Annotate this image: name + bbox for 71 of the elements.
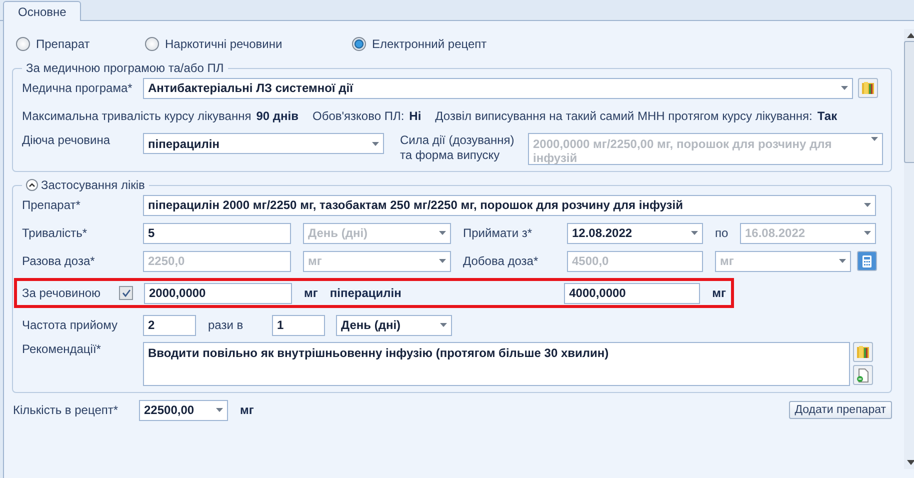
field-label: Добова доза* [463, 254, 540, 268]
dropdown-field[interactable]: 22500,00 [139, 400, 228, 420]
field-label: Препарат* [22, 198, 82, 212]
info-label: Дозвіл виписування на такий самий МНН протягом курсу лікування: [435, 108, 812, 124]
input-field[interactable]: 2000,0000 [144, 282, 292, 304]
field-label: Діюча речовина [22, 133, 112, 148]
dropdown-field[interactable]: Антибактеріальні ЛЗ системної дії [143, 78, 853, 98]
group-title: За медичною програмою та/або ПЛ [25, 61, 225, 75]
radio-label: Електронний рецепт [372, 36, 487, 52]
input-field[interactable]: 5 [143, 222, 291, 244]
info-value: Ні [409, 109, 422, 123]
book-icon [856, 345, 870, 359]
dropdown-field[interactable]: День (дні) [336, 314, 452, 336]
caret-icon [864, 231, 871, 235]
caret-icon [871, 137, 878, 141]
calculator-icon [862, 254, 872, 268]
add-drug-button[interactable]: Додати препарат [788, 401, 892, 419]
radio-label: Препарат [36, 36, 90, 52]
field-label: Рекомендації* [22, 342, 102, 357]
field-label: Сила дії (дозування) та форма випуску [400, 133, 516, 163]
input-field[interactable]: 4000,0000 [564, 282, 700, 304]
info-value: 90 днів [256, 109, 298, 123]
group-title-text: Застосування ліків [41, 178, 145, 192]
caret-icon [216, 408, 223, 412]
scroll-down-icon[interactable] [907, 460, 914, 465]
checkbox[interactable] [119, 286, 133, 300]
book-icon [861, 81, 875, 95]
dropdown-field[interactable]: піперацилін 2000 мг/2250 мг, тазобактам 250 мг/2250 мг, порошок для розчину для інфузій [143, 194, 876, 216]
document-icon [856, 368, 870, 382]
book-icon-button[interactable] [858, 78, 878, 98]
field-label: За речовиною [22, 286, 102, 300]
caret-icon [440, 323, 447, 327]
text-area[interactable]: Вводити повільно як внутрішньовенну інфузію (протягом більше 30 хвилин) [143, 342, 850, 386]
info-label: Обов'язково ПЛ: [312, 108, 404, 124]
field-label: Частота прийому [22, 318, 118, 332]
input-field[interactable]: 1 [272, 314, 325, 336]
field-label: Медична програма* [22, 80, 134, 96]
field-label: Кількість в рецепт* [13, 402, 120, 418]
unit-label: мг [240, 403, 254, 417]
scroll-up-icon[interactable] [907, 33, 914, 38]
info-label: Максимальна тривалість курсу лікування [22, 108, 252, 124]
field-label: Тривалість* [22, 226, 88, 240]
scrollbar[interactable] [904, 29, 914, 469]
radio-button[interactable] [16, 37, 30, 51]
radio-button[interactable] [145, 37, 159, 51]
radio-button[interactable] [352, 37, 366, 51]
document-icon-button[interactable] [853, 365, 873, 385]
info-value: Так [817, 109, 838, 123]
collapse-icon[interactable] [26, 179, 38, 191]
field-label: рази в [208, 318, 244, 332]
caret-icon [372, 142, 379, 146]
unit-label: мг [304, 286, 318, 300]
input-field[interactable]: 2 [143, 314, 196, 336]
book-icon-button[interactable] [853, 342, 873, 362]
dropdown-field[interactable]: 12.08.2022 [567, 222, 703, 244]
caret-icon [691, 231, 698, 235]
caret-icon [839, 259, 846, 263]
unit-label: мг [712, 286, 726, 300]
field-label: по [715, 226, 730, 240]
calculator-button[interactable] [857, 251, 877, 271]
caret-icon [439, 259, 446, 263]
field-label: Разова доза* [22, 254, 96, 268]
caret-icon [439, 231, 446, 235]
substance-label: піперацилін [330, 286, 402, 300]
caret-icon [841, 86, 848, 90]
caret-icon [864, 203, 871, 207]
tab[interactable]: Основне [3, 1, 82, 21]
field-label: Приймати з* [463, 226, 534, 240]
checkmark-icon [122, 289, 130, 297]
dropdown-field[interactable]: піперацилін [143, 133, 384, 154]
radio-label: Наркотичні речовини [165, 36, 282, 52]
